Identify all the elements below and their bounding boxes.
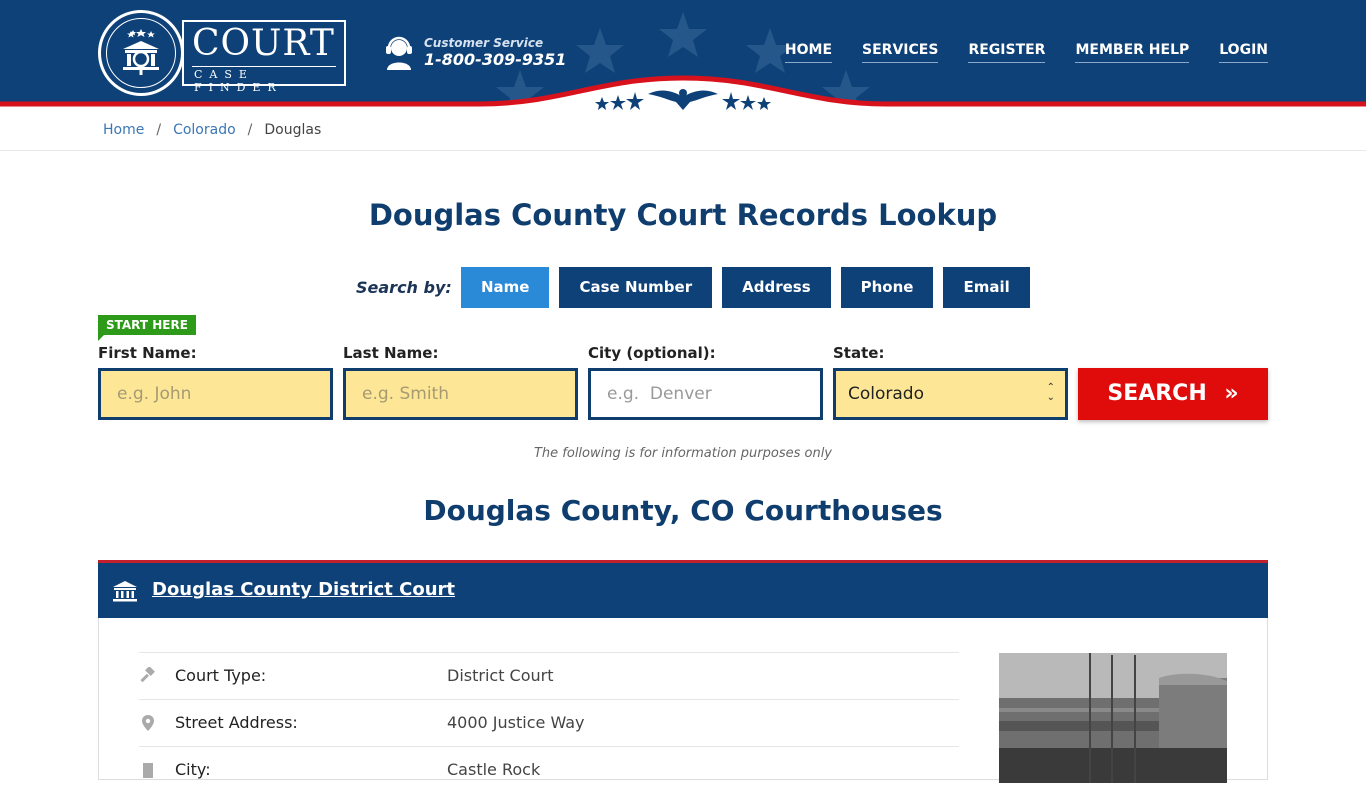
nav-services[interactable]: SERVICES [862, 42, 939, 63]
logo-wordmark: COURT CASE FINDER [182, 20, 346, 94]
nav-login[interactable]: LOGIN [1219, 42, 1268, 63]
search-button-label: SEARCH [1107, 381, 1207, 406]
state-selected-value: Colorado [848, 384, 924, 404]
last-name-input[interactable] [343, 368, 578, 420]
courthouse-name-link[interactable]: Douglas County District Court [152, 579, 455, 600]
tab-phone[interactable]: Phone [840, 267, 934, 308]
search-by-label: Search by: [356, 278, 452, 297]
state-select[interactable]: Colorado ⌃ ⌄ [833, 368, 1068, 420]
first-name-label: First Name: [98, 344, 197, 362]
tab-address[interactable]: Address [722, 267, 831, 308]
breadcrumb: Home / Colorado / Douglas [103, 122, 321, 138]
logo-subtitle: CASE FINDER [194, 68, 283, 94]
courthouse-card: Douglas County District Court Court Type… [98, 560, 1268, 783]
start-here-badge: START HERE [98, 315, 196, 341]
detail-label: Court Type: [175, 666, 267, 685]
breadcrumb-state[interactable]: Colorado [173, 122, 236, 138]
map-pin-icon [142, 715, 154, 731]
tab-name[interactable]: Name [461, 267, 550, 308]
courthouse-card-header: Douglas County District Court [98, 560, 1268, 618]
nav-member-help[interactable]: MEMBER HELP [1075, 42, 1190, 63]
courthouse-details: Court Type: District Court Street Addres… [139, 652, 959, 793]
tab-email[interactable]: Email [943, 267, 1030, 308]
detail-label: Street Address: [175, 713, 298, 732]
courthouses-title: Douglas County, CO Courthouses [423, 494, 943, 527]
detail-value: Castle Rock [447, 760, 541, 779]
search-type-tabs: Search by: Name Case Number Address Phon… [356, 267, 1040, 308]
headset-agent-icon [386, 36, 412, 70]
nav-register[interactable]: REGISTER [968, 42, 1046, 63]
detail-value: District Court [447, 666, 554, 685]
first-name-input[interactable] [98, 368, 333, 420]
logo-emblem [98, 10, 184, 96]
site-header: COURT CASE FINDER Customer Service 1-800… [0, 0, 1366, 115]
breadcrumb-current: Douglas [264, 122, 322, 138]
breadcrumb-separator: / [156, 122, 162, 138]
breadcrumb-divider [0, 150, 1366, 151]
select-updown-icon: ⌃ ⌄ [1046, 382, 1055, 403]
info-disclaimer: The following is for information purpose… [533, 446, 833, 461]
courthouse-magnifier-icon [123, 29, 159, 75]
detail-value: 4000 Justice Way [447, 713, 585, 732]
building-icon [143, 763, 153, 778]
courthouse-photo [999, 653, 1227, 783]
state-label: State: [833, 344, 885, 362]
courthouse-icon [113, 581, 137, 602]
breadcrumb-separator: / [247, 122, 253, 138]
search-button[interactable]: SEARCH » [1078, 368, 1268, 420]
detail-row: Court Type: District Court [139, 652, 959, 699]
court-case-finder-logo[interactable]: COURT CASE FINDER [98, 10, 348, 96]
last-name-label: Last Name: [343, 344, 439, 362]
customer-service-label: Customer Service [424, 36, 544, 50]
detail-row: Street Address: 4000 Justice Way [139, 699, 959, 746]
detail-row: City: Castle Rock [139, 746, 959, 793]
nav-home[interactable]: HOME [784, 42, 833, 63]
double-chevron-right-icon: » [1224, 381, 1239, 406]
logo-title: COURT [192, 23, 335, 64]
gavel-icon [140, 667, 155, 683]
tab-case-number[interactable]: Case Number [559, 267, 713, 308]
page-title: Douglas County Court Records Lookup [368, 198, 998, 232]
city-input[interactable] [588, 368, 823, 420]
main-nav: HOME SERVICES REGISTER MEMBER HELP LOGIN [784, 42, 1268, 63]
breadcrumb-home[interactable]: Home [103, 122, 144, 138]
city-label: City (optional): [588, 344, 716, 362]
detail-label: City: [175, 760, 211, 779]
customer-service-phone[interactable]: 1-800-309-9351 [424, 50, 566, 69]
